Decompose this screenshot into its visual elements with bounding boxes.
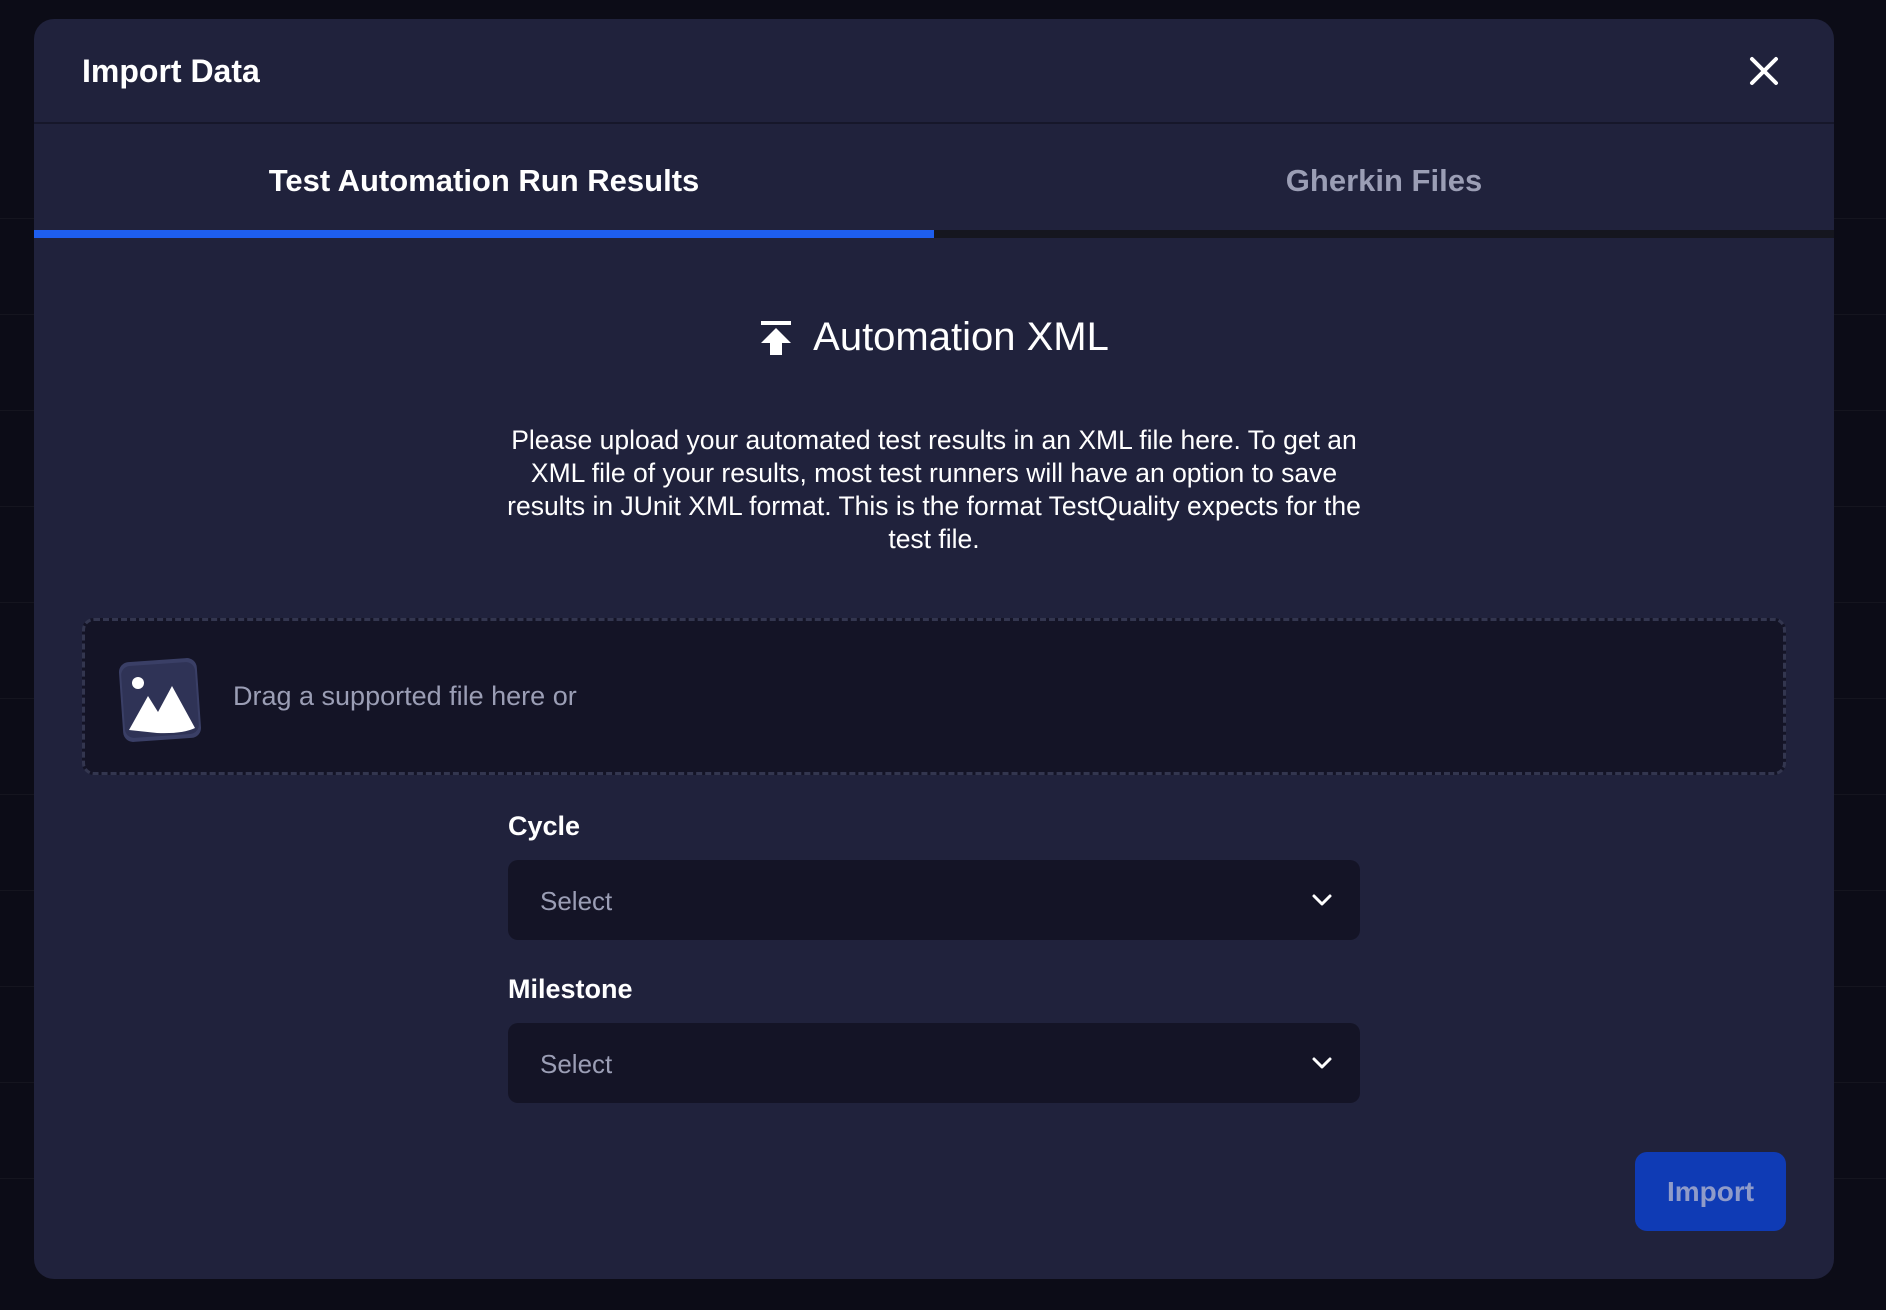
tab-label: Gherkin Files (1285, 163, 1483, 198)
dialog-title: Import Data (82, 53, 260, 89)
cycle-select-value: Select (540, 886, 613, 916)
chevron-down-icon (1312, 1057, 1332, 1069)
tab-gherkin-files[interactable]: Gherkin Files (934, 124, 1834, 238)
image-icon (118, 658, 202, 742)
chevron-down-icon (1312, 894, 1332, 906)
active-tab-indicator (34, 230, 934, 238)
close-button[interactable] (1744, 51, 1784, 91)
section-heading: Automation XML (34, 315, 1834, 360)
cycle-select[interactable]: Select (508, 860, 1360, 940)
close-icon (1750, 57, 1778, 85)
milestone-select[interactable]: Select (508, 1023, 1360, 1103)
tab-bar: Test Automation Run Results Gherkin File… (34, 124, 1834, 238)
tab-label: Test Automation Run Results (268, 163, 700, 198)
section-title: Automation XML (813, 315, 1109, 359)
dropzone-text: Drag a supported file here or (233, 681, 577, 711)
import-dialog: Import Data Test Automation Run Results … (34, 19, 1834, 1279)
tab-test-automation-run-results[interactable]: Test Automation Run Results (34, 124, 934, 238)
file-dropzone[interactable]: Drag a supported file here or (82, 618, 1786, 775)
section-description: Please upload your automated test result… (507, 425, 1361, 554)
import-button[interactable]: Import (1635, 1152, 1786, 1231)
cycle-label: Cycle (508, 811, 581, 841)
milestone-label: Milestone (508, 974, 633, 1004)
dialog-header: Import Data (34, 19, 1834, 124)
upload-icon (761, 320, 792, 355)
milestone-select-value: Select (540, 1049, 613, 1079)
